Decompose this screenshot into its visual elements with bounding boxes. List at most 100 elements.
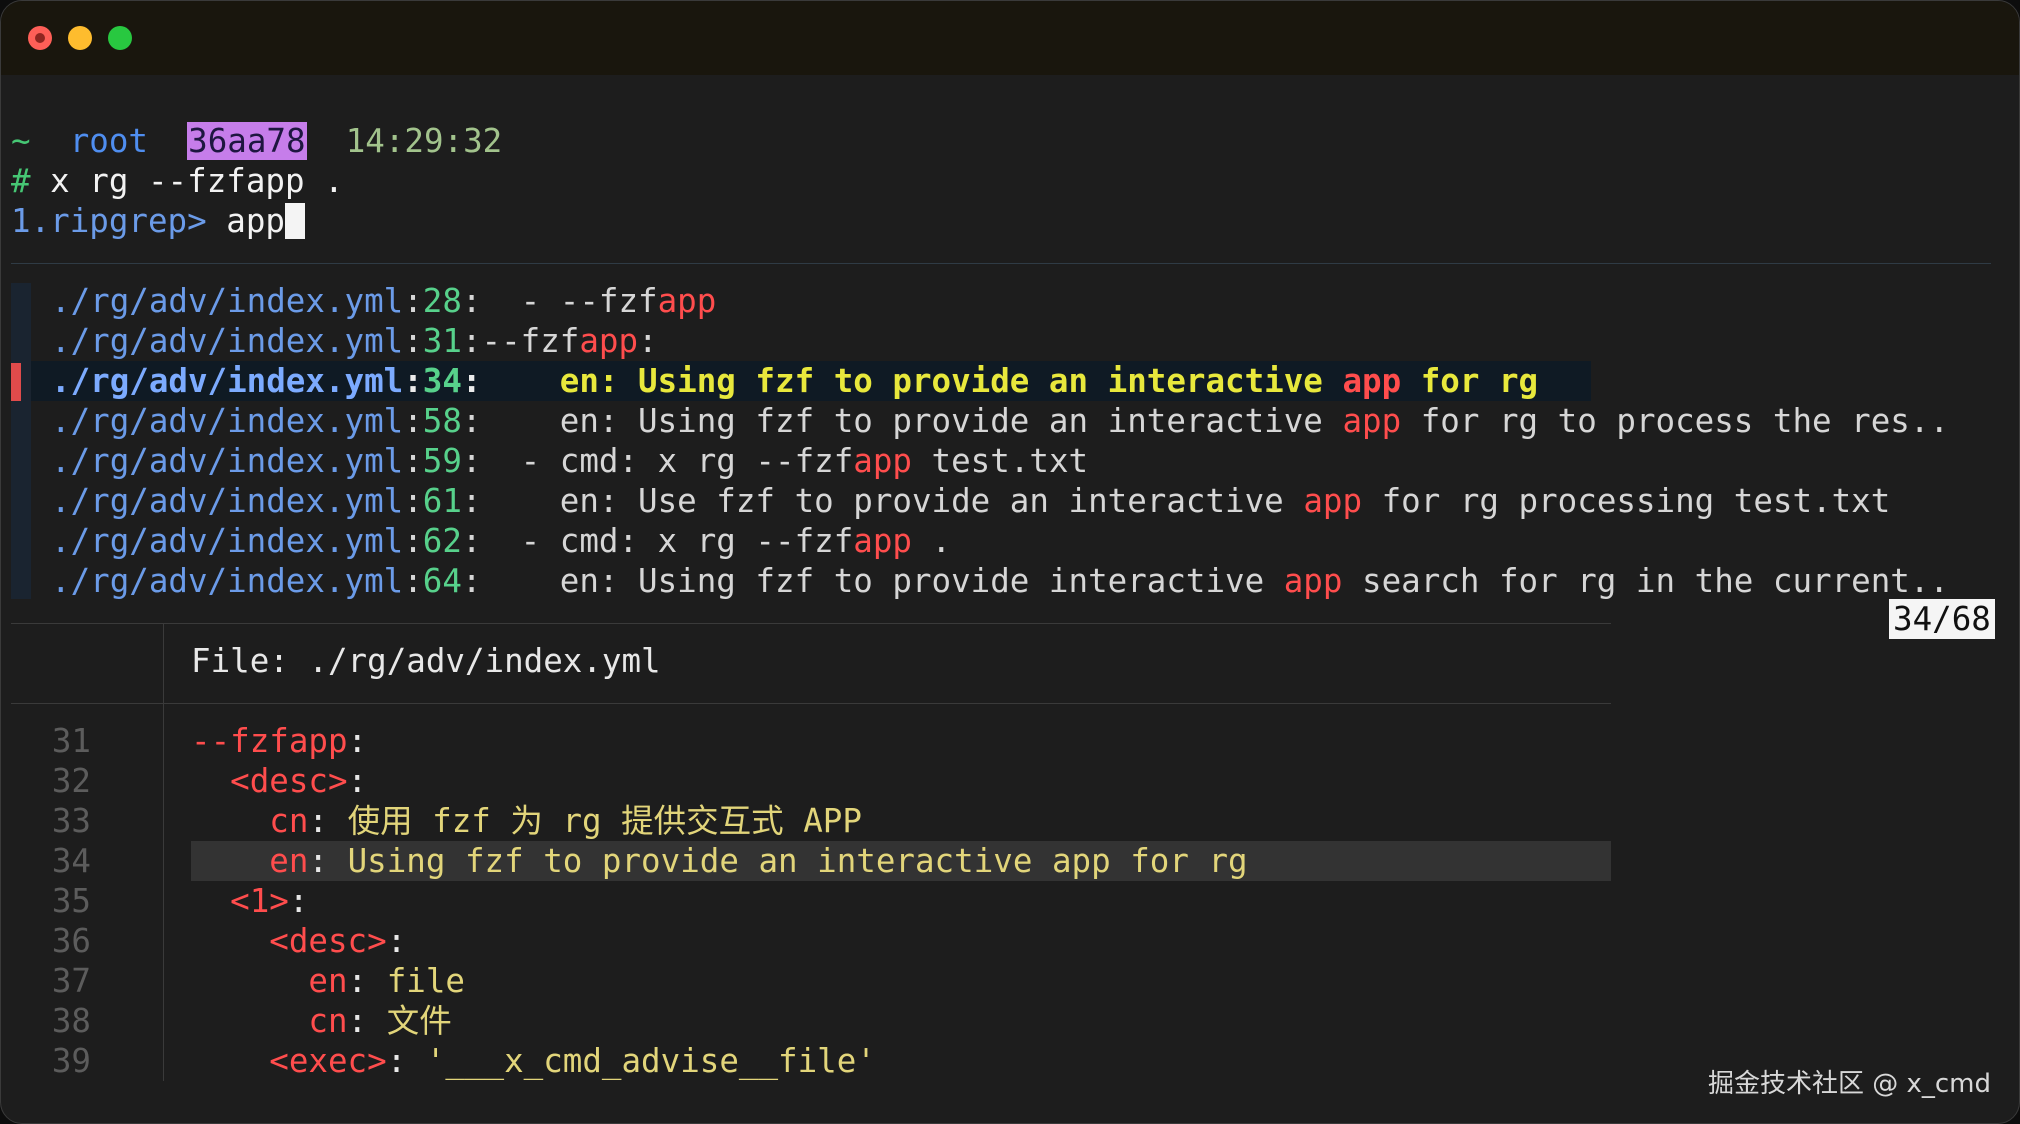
close-window-button[interactable] [28,26,52,50]
result-path: ./rg/adv/index.yml [51,562,404,600]
input-separator [11,263,1991,264]
zoom-window-button[interactable] [108,26,132,50]
yaml-key: cn [308,1002,348,1040]
minimize-window-button[interactable] [68,26,92,50]
selection-marker [11,363,21,401]
yaml-key: <1> [230,882,289,920]
yaml-separator: : [288,882,309,920]
result-match: app [657,282,717,320]
result-row[interactable]: ./rg/adv/index.yml:61: en: Use fzf to pr… [51,481,1890,521]
result-match: app [853,522,912,560]
result-row[interactable]: ./rg/adv/index.yml:58: en: Using fzf to … [51,401,1949,441]
yaml-separator: : [347,962,387,1000]
result-text: - cmd: x rg --fzf [481,442,854,480]
result-text: --fzf [481,322,580,360]
title-bar [1,1,2019,75]
result-line-number: 31 [422,322,462,360]
yaml-separator: : [308,802,348,840]
result-row[interactable]: ./rg/adv/index.yml:59: - cmd: x rg --fzf… [51,441,1088,481]
code-text: <desc>: [191,761,367,801]
fzf-input-line[interactable]: 1.ripgrep> app [11,201,305,241]
result-text: for rg to process the res.. [1401,402,1950,440]
code-text: <desc>: [191,921,406,961]
result-text: for rg processing test.txt [1362,482,1891,520]
result-text: en: Using fzf to provide an interactive [481,402,1343,440]
result-text: en: Use fzf to provide an interactive [481,482,1304,520]
result-colon: : [461,482,482,520]
result-line-number: 62 [422,522,462,560]
yaml-key: en [308,962,348,1000]
file-label: File: [191,642,289,680]
result-colon: : [403,442,423,480]
result-colon: : [461,562,482,600]
match-counter: 34/68 [1889,599,1995,639]
preview-header-border [11,703,1611,704]
result-path: ./rg/adv/index.yml [51,522,404,560]
result-colon: : [403,402,423,440]
preview-line: 31 --fzfapp: [1,721,1601,761]
result-colon: : [403,282,423,320]
fzf-query-input[interactable]: app [226,202,285,240]
result-text: en: Using fzf to provide an interactive [481,362,1343,400]
result-colon: : [403,522,423,560]
code-text: <1>: [191,881,308,921]
code-text: en: Using fzf to provide an interactive … [191,841,1248,881]
yaml-key: en [269,842,309,880]
result-line-number: 64 [422,562,462,600]
result-path: ./rg/adv/index.yml [51,322,404,360]
yaml-key: <desc> [269,922,387,960]
result-row[interactable]: ./rg/adv/index.yml:62: - cmd: x rg --fzf… [51,521,951,561]
command-text: x rg --fzfapp . [50,162,344,200]
result-colon: : [403,362,423,400]
preview-file-header: File: ./rg/adv/index.yml [191,641,661,681]
result-text: for rg [1401,362,1539,400]
yaml-separator: : [308,842,348,880]
result-text: en: Using fzf to provide interactive [481,562,1284,600]
result-colon: : [461,522,482,560]
line-number: 31 [51,722,91,760]
preview-line: 38 cn: 文件 [1,1001,1601,1041]
result-text: : [638,322,658,360]
prompt-time: 14:29:32 [345,122,503,160]
hash-symbol: # [11,162,31,200]
yaml-key: cn [269,802,309,840]
line-number: 37 [51,962,91,1000]
code-text: cn: 文件 [191,1001,451,1041]
line-number: 35 [51,882,91,920]
yaml-separator: : [347,762,368,800]
result-line-number: 59 [422,442,462,480]
result-match: app [853,442,912,480]
results-scrollbar-track[interactable] [11,283,31,599]
result-colon: : [461,442,482,480]
result-text: search for rg in the current.. [1342,562,1950,600]
line-number: 33 [51,802,91,840]
result-row[interactable]: ./rg/adv/index.yml:64: en: Using fzf to … [51,561,1949,601]
result-match: app [1303,482,1363,520]
terminal-window: ~ root 36aa78 14:29:32 # x rg --fzfapp .… [0,0,2020,1124]
result-colon: : [403,322,423,360]
result-path: ./rg/adv/index.yml [51,402,404,440]
result-text: test.txt [911,442,1089,480]
line-number: 34 [51,842,91,880]
preview-line: 36 <desc>: [1,921,1601,961]
line-number: 38 [51,1002,91,1040]
result-path: ./rg/adv/index.yml [51,442,404,480]
result-row[interactable]: ./rg/adv/index.yml:31:--fzfapp: [51,321,658,361]
result-row[interactable]: ./rg/adv/index.yml:34: en: Using fzf to … [51,361,1538,401]
yaml-key: <exec> [269,1042,387,1080]
yaml-separator: : [386,922,407,960]
result-path: ./rg/adv/index.yml [51,282,404,320]
result-row[interactable]: ./rg/adv/index.yml:28: - --fzfapp [51,281,716,321]
line-number: 36 [51,922,91,960]
preview-line: 39 <exec>: '___x_cmd_advise__file' [1,1041,1601,1081]
yaml-value: Using fzf to provide an interactive app … [347,842,1248,880]
code-text: cn: 使用 fzf 为 rg 提供交互式 APP [191,801,862,841]
yaml-separator: : [347,722,368,760]
